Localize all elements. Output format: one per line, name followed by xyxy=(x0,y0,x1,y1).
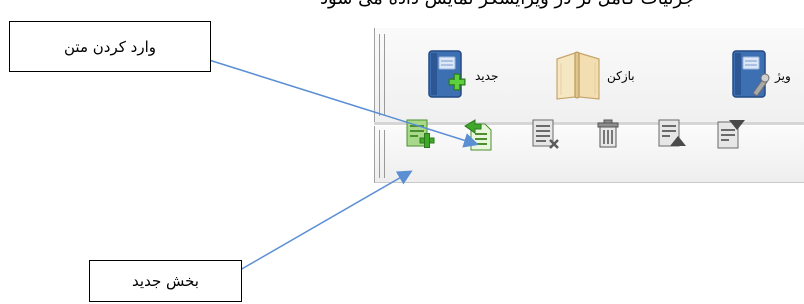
insert-text-icon xyxy=(464,119,492,151)
ribbon-panel: جدید بازکن ویژ xyxy=(374,28,804,122)
insert-text-callout-label: وارد کردن متن xyxy=(64,37,156,56)
app-window: جدید بازکن ویژ xyxy=(374,28,804,204)
delete-section-button[interactable] xyxy=(530,118,559,149)
new-book-icon xyxy=(428,50,466,98)
open-book-icon xyxy=(556,51,600,100)
insert-text-callout: وارد کردن متن xyxy=(9,21,211,72)
new-button[interactable]: جدید xyxy=(427,46,498,106)
tools-button[interactable]: ویژ xyxy=(731,46,791,106)
move-down-icon xyxy=(717,120,745,149)
open-button[interactable]: بازکن xyxy=(553,46,635,106)
insert-text-button[interactable] xyxy=(463,118,492,151)
new-section-callout-label: بخش جدید xyxy=(132,272,199,290)
new-button-label: جدید xyxy=(475,69,499,83)
new-section-callout: بخش جدید xyxy=(89,260,242,302)
tools-button-label: ویژ xyxy=(775,69,791,83)
open-button-label: بازکن xyxy=(607,69,635,83)
trash-icon xyxy=(597,119,619,148)
trash-button[interactable] xyxy=(593,118,621,148)
move-up-button[interactable] xyxy=(656,118,686,148)
document-header-text: جزئیات کامل تر در ویرایشگر نمایش داده می… xyxy=(320,0,695,9)
move-up-icon xyxy=(658,119,686,147)
new-section-icon xyxy=(406,119,435,148)
new-section-button[interactable] xyxy=(404,118,435,148)
move-down-button[interactable] xyxy=(715,118,745,149)
book-tools-icon xyxy=(732,50,770,98)
ribbon-grip[interactable] xyxy=(379,34,385,116)
delete-section-icon xyxy=(532,119,559,149)
toolbar-grip[interactable] xyxy=(379,130,385,178)
